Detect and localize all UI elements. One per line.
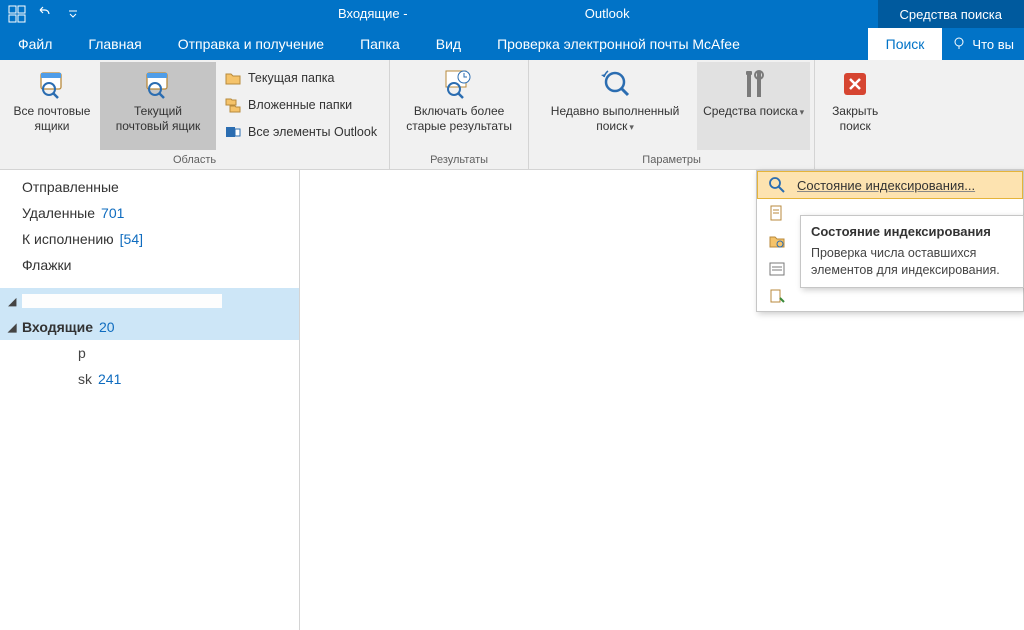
group-results: Включать более старые результаты Результ…: [390, 60, 529, 169]
clock-search-icon: [442, 66, 476, 102]
advanced-find-icon: [767, 259, 787, 279]
tooltip-body: Проверка числа оставшихся элементов для …: [811, 245, 1013, 279]
tooltip-indexing-status: Состояние индексирования Проверка числа …: [800, 215, 1024, 288]
search-status-icon: [767, 175, 787, 195]
lightbulb-icon: [952, 36, 966, 53]
tab-file[interactable]: Файл: [0, 28, 70, 60]
close-search-button[interactable]: Закрыть поиск: [819, 62, 891, 150]
current-folder-button[interactable]: Текущая папка: [220, 66, 381, 90]
folder-nav: Отправленные Удаленные701 К исполнению[5…: [0, 170, 300, 630]
group-scope: Все почтовые ящики Текущий почтовый ящик…: [0, 60, 390, 169]
nav-flags[interactable]: Флажки: [0, 252, 299, 278]
tab-send-receive[interactable]: Отправка и получение: [160, 28, 342, 60]
close-icon: [838, 66, 872, 102]
nav-followup[interactable]: К исполнению[54]: [0, 226, 299, 252]
group-label-scope: Область: [4, 152, 385, 169]
chevron-down-icon: ◢: [8, 295, 20, 308]
nav-account-header[interactable]: ◢: [0, 288, 299, 314]
group-label-results: Результаты: [394, 152, 524, 169]
outlook-icon: [224, 123, 242, 141]
subfolders-icon: [224, 96, 242, 114]
document-icon: [767, 203, 787, 223]
options-icon: [767, 287, 787, 307]
all-outlook-items-button[interactable]: Все элементы Outlook: [220, 120, 381, 144]
qat-customize[interactable]: [60, 2, 86, 26]
ribbon-tabs: Файл Главная Отправка и получение Папка …: [0, 28, 1024, 60]
folder-icon: [224, 69, 242, 87]
ribbon: Все почтовые ящики Текущий почтовый ящик…: [0, 60, 1024, 170]
recent-search-icon: [598, 66, 632, 102]
current-mailbox-button[interactable]: Текущий почтовый ящик: [100, 62, 216, 150]
subfolders-button[interactable]: Вложенные папки: [220, 93, 381, 117]
tell-me[interactable]: Что вы: [942, 36, 1024, 53]
tab-mcafee[interactable]: Проверка электронной почты McAfee: [479, 28, 758, 60]
nav-sub-sk[interactable]: sk241: [0, 366, 299, 392]
mailbox-search-icon: [35, 66, 69, 102]
tools-icon: [737, 66, 771, 102]
nav-sent[interactable]: Отправленные: [0, 174, 299, 200]
group-label-options: Параметры: [533, 152, 810, 169]
tab-home[interactable]: Главная: [70, 28, 159, 60]
app-icon[interactable]: [4, 2, 30, 26]
nav-sub-p[interactable]: p: [0, 340, 299, 366]
tooltip-title: Состояние индексирования: [811, 224, 1013, 239]
group-close: Закрыть поиск: [815, 60, 895, 169]
group-options: Недавно выполненный поиск▾ Средства поис…: [529, 60, 815, 169]
all-mailboxes-button[interactable]: Все почтовые ящики: [4, 62, 100, 150]
tab-search[interactable]: Поиск: [868, 28, 943, 60]
recent-searches-button[interactable]: Недавно выполненный поиск▾: [533, 62, 697, 150]
mailbox-search-icon: [141, 66, 175, 102]
include-older-button[interactable]: Включать более старые результаты: [394, 62, 524, 150]
chevron-down-icon: ◢: [8, 321, 20, 334]
search-tools-button[interactable]: Средства поиска▾: [697, 62, 810, 150]
contextual-tab-search-tools[interactable]: Средства поиска: [878, 0, 1024, 28]
undo-button[interactable]: [32, 2, 58, 26]
tab-view[interactable]: Вид: [418, 28, 479, 60]
nav-inbox[interactable]: ◢Входящие20: [0, 314, 299, 340]
folder-search-icon: [767, 231, 787, 251]
tab-folder[interactable]: Папка: [342, 28, 418, 60]
nav-deleted[interactable]: Удаленные701: [0, 200, 299, 226]
title-bar: Входящие - Outlook Средства поиска: [0, 0, 1024, 28]
quick-access-toolbar: [0, 2, 90, 26]
menu-indexing-status[interactable]: Состояние индексирования...: [757, 171, 1023, 199]
window-title: Входящие - Outlook: [90, 6, 878, 22]
scope-small-buttons: Текущая папка Вложенные папки Все элемен…: [216, 62, 385, 148]
